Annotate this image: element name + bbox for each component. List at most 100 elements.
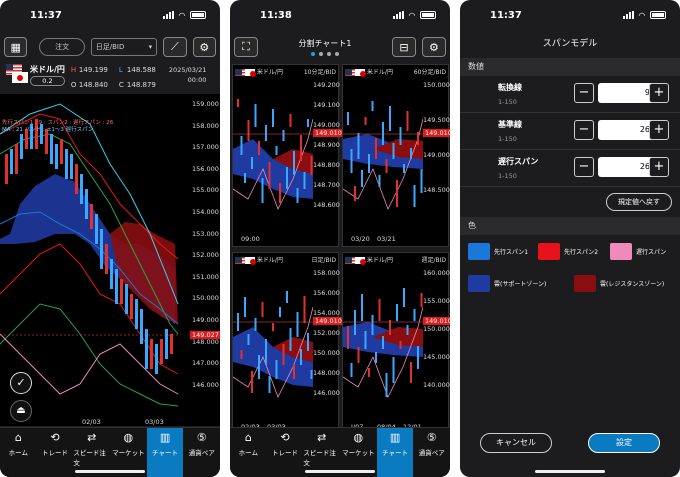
param-name: 基準線 — [498, 120, 522, 129]
grid-layout-button[interactable]: ▦ — [4, 37, 28, 57]
mini-pair-name: 米ドル/円 — [366, 68, 393, 76]
currency-pair-icon: ⑤ — [426, 431, 437, 444]
tab-trade[interactable]: ⟲ トレード — [267, 428, 304, 477]
status-icons: ◠ — [392, 11, 436, 20]
chart-line-icon: ⟋ — [171, 40, 179, 53]
increment-button[interactable]: + — [649, 83, 669, 103]
check-button[interactable]: ✓ — [10, 372, 32, 394]
mini-chart-1[interactable]: 米ドル/円 10分足/BID 149.200 149.100 149.000 148.… — [232, 64, 344, 247]
color-swatch[interactable] — [468, 243, 490, 260]
y-tick-label: 158.000 — [313, 269, 340, 277]
increment-button[interactable]: + — [649, 120, 669, 140]
mini-timeframe: 10分足/BID — [303, 68, 336, 76]
current-price-tag: 149.010 — [423, 129, 450, 137]
y-tick-label: 152.000 — [313, 329, 340, 337]
currency-pair-icon: ⑤ — [196, 431, 207, 444]
color-option[interactable]: 雲(レジスタンスゾーン) — [574, 275, 664, 292]
datetime: 2025/03/21 00:00 — [169, 66, 206, 94]
x-tick-1: 02/03 — [82, 418, 101, 426]
mini-pair-name: 米ドル/円 — [256, 68, 283, 76]
pair-block: 米ドル/円 0.2 — [30, 64, 65, 94]
us-flag-icon — [345, 68, 355, 76]
tab-label: マーケット — [112, 449, 145, 457]
status-time: 11:37 — [490, 9, 522, 21]
param-range: 1-150 — [498, 98, 517, 106]
y-tick-label: 159.000 — [192, 100, 219, 108]
plus-icon: + — [653, 122, 665, 137]
color-label: 雲(レジスタンスゾーン) — [600, 281, 665, 288]
y-tick-label: 147.000 — [192, 359, 219, 368]
rate-header: 米ドル/円 0.2 H 149.199 L 148.588 O 148.840 C 14… — [0, 64, 220, 94]
tab-currency-pair[interactable]: ⑤ 通貨ペア — [413, 428, 450, 477]
tab-trade[interactable]: ⟲ トレード — [37, 428, 74, 477]
mini-chart-2[interactable]: 米ドル/円 60分足/BID 150.000 149.500 149.000 148.… — [342, 64, 450, 247]
chart-icon: ▥ — [159, 431, 171, 444]
status-bar: 11:37 ◠ — [460, 0, 680, 30]
y-tick-label: 155.000 — [423, 297, 450, 305]
y-tick-label: 140.000 — [423, 381, 450, 389]
tab-chart[interactable]: ▥ チャート — [146, 428, 184, 477]
y-tick-label: 157.000 — [192, 143, 219, 152]
color-swatch[interactable] — [574, 275, 596, 292]
decrement-button[interactable]: − — [574, 157, 594, 177]
mini-pair: 米ドル/円 — [345, 255, 393, 265]
tab-currency-pair[interactable]: ⑤ 通貨ペア — [183, 428, 220, 477]
y-tick-label: 152.000 — [192, 251, 219, 260]
pair-name[interactable]: 米ドル/円 — [30, 64, 65, 75]
y-tick-label: 146.000 — [313, 389, 340, 397]
fullscreen-button[interactable]: ⛶ — [234, 37, 258, 57]
color-option[interactable]: 雲(サポートゾーン) — [468, 275, 546, 292]
layout-switch-button[interactable]: ⊟ — [391, 37, 416, 57]
chart-settings-button[interactable]: ⚙ — [421, 37, 446, 57]
decrement-button[interactable]: − — [574, 120, 594, 140]
battery-icon — [190, 11, 206, 19]
close-value: 148.879 — [126, 81, 156, 89]
tab-home[interactable]: ⌂ ホーム — [230, 428, 267, 477]
order-button[interactable]: 注文 — [39, 38, 85, 56]
x-tick-label: 09:00 — [241, 235, 260, 243]
status-bar: 11:38 ◠ — [230, 0, 450, 30]
chart-settings-button[interactable]: ⚙ — [192, 37, 216, 57]
check-circle-icon: ✓ — [16, 376, 26, 389]
home-indicator — [535, 470, 605, 473]
chart-toolbar: ▦ 注文 日足/BID ▾ ⟋ ⚙ — [0, 30, 220, 64]
timeframe-select[interactable]: 日足/BID ▾ — [90, 38, 158, 56]
increment-button[interactable]: + — [649, 157, 669, 177]
color-option[interactable]: 先行スパン2 — [538, 243, 598, 260]
color-swatch[interactable] — [468, 275, 490, 292]
y-tick-label: 153.000 — [192, 229, 219, 238]
y-tick-label: 150.000 — [423, 81, 450, 89]
y-tick-label: 148.700 — [313, 181, 340, 189]
page-dots[interactable] — [298, 52, 351, 56]
expand-button[interactable]: ⏏ — [10, 400, 32, 422]
y-tick-label: 149.000 — [313, 121, 340, 129]
home-icon: ⌂ — [244, 431, 252, 444]
tab-chart[interactable]: ▥ チャート — [376, 428, 414, 477]
tab-home[interactable]: ⌂ ホーム — [0, 428, 37, 477]
pair-flags — [4, 64, 28, 94]
main-chart-area[interactable]: 先行スパン1 : 9 : スパン2 : 遅行スパン : 26 MA : 21 バ… — [0, 94, 220, 426]
tab-label: ホーム — [238, 449, 258, 457]
y-tick-label: 146.000 — [192, 380, 219, 389]
color-option[interactable]: 先行スパン1 — [468, 243, 528, 260]
cancel-button[interactable]: キャンセル — [480, 433, 552, 453]
reset-defaults-button[interactable]: 規定値へ戻す — [606, 193, 672, 211]
y-tick-label: 149.000 — [192, 316, 219, 324]
y-tick-label: 150.000 — [192, 294, 219, 303]
tab-label: マーケット — [342, 449, 375, 457]
y-tick-label: 148.900 — [313, 141, 340, 149]
mini-chart-4[interactable]: 米ドル/円 週足/BID 160.000 155.000 150.000 145.00… — [342, 252, 450, 435]
apply-button[interactable]: 設定 — [588, 433, 660, 453]
color-swatch[interactable] — [538, 243, 560, 260]
color-swatch[interactable] — [610, 243, 632, 260]
jp-flag-icon — [355, 256, 366, 265]
color-option[interactable]: 遅行スパン — [610, 243, 666, 260]
mini-chart-header: 米ドル/円 週足/BID — [343, 253, 448, 265]
tab-label: トレード — [42, 449, 68, 457]
gear-icon: ⚙ — [199, 40, 210, 54]
mini-chart-3[interactable]: 米ドル/円 日足/BID 158.000 156.000 154.000 152.00… — [232, 252, 344, 435]
close-label: C — [118, 81, 124, 89]
decrement-button[interactable]: − — [574, 83, 594, 103]
status-time: 11:38 — [260, 9, 292, 21]
indicator-button[interactable]: ⟋ — [163, 37, 187, 57]
